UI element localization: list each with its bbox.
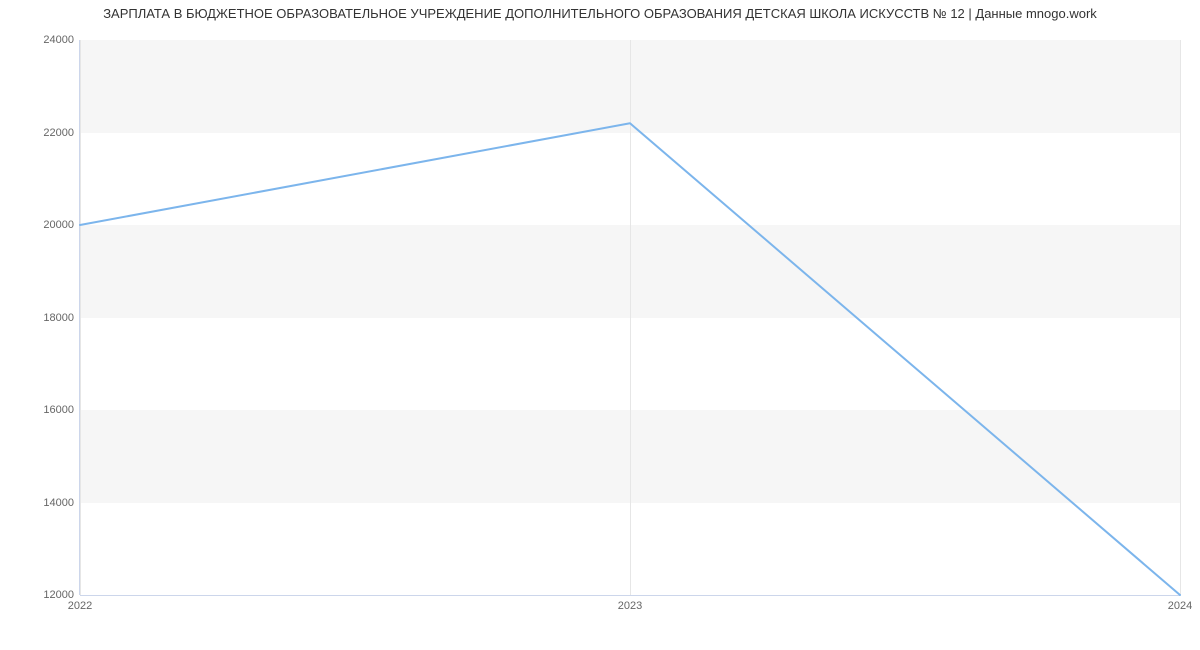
y-tick-label: 18000 bbox=[14, 312, 74, 324]
y-tick-label: 16000 bbox=[14, 404, 74, 416]
y-tick-label: 22000 bbox=[14, 127, 74, 139]
y-tick-label: 12000 bbox=[14, 589, 74, 601]
y-tick-label: 14000 bbox=[14, 497, 74, 509]
x-gridline bbox=[1180, 40, 1181, 595]
x-axis-line bbox=[80, 595, 1180, 596]
x-tick-label: 2022 bbox=[68, 600, 92, 612]
x-tick-label: 2024 bbox=[1168, 600, 1192, 612]
chart-title: ЗАРПЛАТА В БЮДЖЕТНОЕ ОБРАЗОВАТЕЛЬНОЕ УЧР… bbox=[0, 6, 1200, 21]
y-tick-label: 24000 bbox=[14, 34, 74, 46]
y-tick-label: 20000 bbox=[14, 219, 74, 231]
series-line bbox=[80, 40, 1180, 595]
series-path bbox=[80, 123, 1180, 595]
x-tick-label: 2023 bbox=[618, 600, 642, 612]
plot-area bbox=[80, 40, 1180, 595]
